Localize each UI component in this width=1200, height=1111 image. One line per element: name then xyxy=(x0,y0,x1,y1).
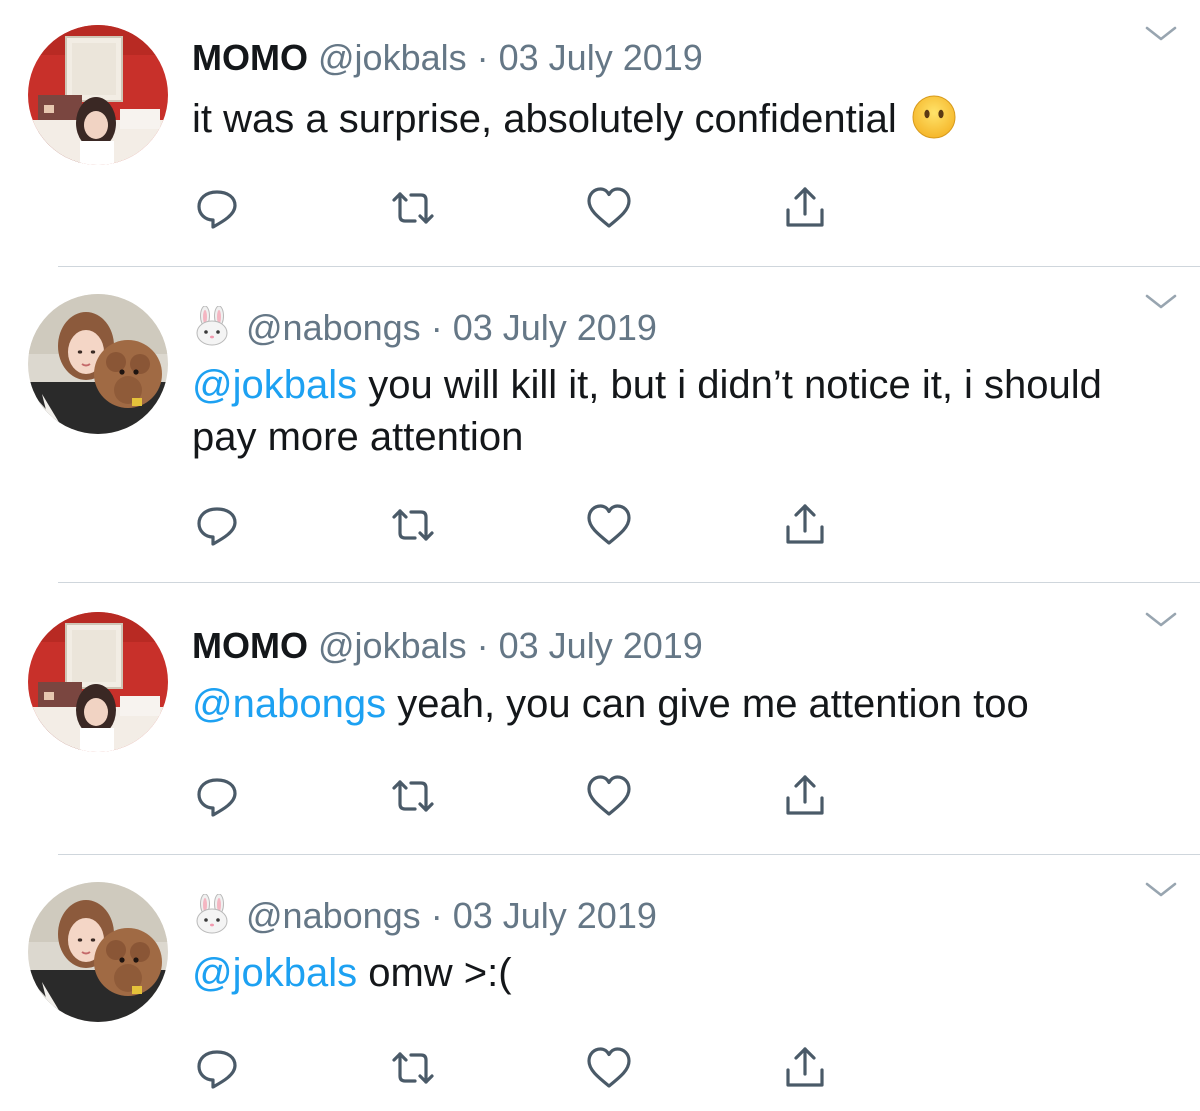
tweet-header: MOMO @jokbals · 03 July 2019 xyxy=(192,36,703,80)
momo-avatar[interactable] xyxy=(28,25,168,165)
tweet-text-content: it was a surprise, absolutely confidenti… xyxy=(192,97,897,141)
mention-link[interactable]: @jokbals xyxy=(192,951,357,995)
tweet-text: @nabongs yeah, you can give me attention… xyxy=(192,678,1152,730)
tweet-date[interactable]: 03 July 2019 xyxy=(499,625,703,666)
tweet-header: MOMO @jokbals · 03 July 2019 xyxy=(192,624,703,668)
share-icon[interactable] xyxy=(780,1043,830,1093)
nabongs-avatar[interactable] xyxy=(28,294,168,434)
retweet-icon[interactable] xyxy=(388,500,438,550)
tweet-text: it was a surprise, absolutely confidenti… xyxy=(192,93,1152,145)
share-icon[interactable] xyxy=(780,183,830,233)
retweet-icon[interactable] xyxy=(388,1043,438,1093)
display-name[interactable]: MOMO xyxy=(192,625,308,666)
user-handle[interactable]: @nabongs xyxy=(246,895,421,936)
like-icon[interactable] xyxy=(584,183,634,233)
tweet-actions xyxy=(192,1043,852,1093)
rabbit-face-emoji xyxy=(192,306,232,346)
separator-dot: · xyxy=(430,307,443,348)
user-handle[interactable]: @nabongs xyxy=(246,307,421,348)
tweet-text: @jokbals you will kill it, but i didn’t … xyxy=(192,359,1152,463)
nabongs-avatar[interactable] xyxy=(28,882,168,1022)
reply-icon[interactable] xyxy=(192,500,242,550)
tweet-actions xyxy=(192,771,852,821)
user-handle[interactable]: @jokbals xyxy=(318,625,467,666)
tweet-header: @nabongs · 03 July 2019 xyxy=(192,894,657,938)
divider xyxy=(58,854,1200,855)
user-handle[interactable]: @jokbals xyxy=(318,37,467,78)
reply-icon[interactable] xyxy=(192,1043,242,1093)
tweet-text: @jokbals omw >:( xyxy=(192,947,1152,999)
divider xyxy=(58,266,1200,267)
separator-dot: · xyxy=(476,37,489,78)
mention-link[interactable]: @nabongs xyxy=(192,682,386,726)
tweet-header: @nabongs · 03 July 2019 xyxy=(192,306,657,350)
chevron-down-icon[interactable] xyxy=(1144,292,1178,312)
tweet-actions xyxy=(192,500,852,550)
chevron-down-icon[interactable] xyxy=(1144,24,1178,44)
retweet-icon[interactable] xyxy=(388,183,438,233)
mention-link[interactable]: @jokbals xyxy=(192,363,357,407)
share-icon[interactable] xyxy=(780,500,830,550)
separator-dot: · xyxy=(430,895,443,936)
chevron-down-icon[interactable] xyxy=(1144,880,1178,900)
reply-icon[interactable] xyxy=(192,183,242,233)
tweet-actions xyxy=(192,183,852,233)
like-icon[interactable] xyxy=(584,771,634,821)
tweet-text-content: yeah, you can give me attention too xyxy=(386,682,1029,726)
chevron-down-icon[interactable] xyxy=(1144,610,1178,630)
share-icon[interactable] xyxy=(780,771,830,821)
like-icon[interactable] xyxy=(584,500,634,550)
tweet-date[interactable]: 03 July 2019 xyxy=(453,307,657,348)
tweet-date[interactable]: 03 July 2019 xyxy=(499,37,703,78)
tweet-text-content: omw >:( xyxy=(357,951,512,995)
face-without-mouth-emoji xyxy=(911,94,957,140)
tweet-date[interactable]: 03 July 2019 xyxy=(453,895,657,936)
like-icon[interactable] xyxy=(584,1043,634,1093)
display-name[interactable]: MOMO xyxy=(192,37,308,78)
rabbit-face-emoji xyxy=(192,894,232,934)
reply-icon[interactable] xyxy=(192,771,242,821)
divider xyxy=(58,582,1200,583)
momo-avatar[interactable] xyxy=(28,612,168,752)
separator-dot: · xyxy=(476,625,489,666)
retweet-icon[interactable] xyxy=(388,771,438,821)
